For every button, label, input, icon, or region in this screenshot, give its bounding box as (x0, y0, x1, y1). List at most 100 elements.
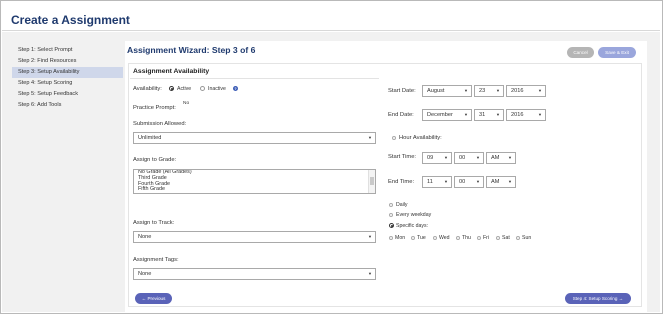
start-hour-value: 09 (427, 155, 434, 161)
chevron-down-icon: ▼ (368, 135, 372, 140)
end-year-select[interactable]: 2016 ▼ (506, 109, 546, 121)
active-radio-label: Active (177, 86, 192, 92)
day-label-mon: Mon (395, 235, 406, 241)
day-label-fri: Fri (483, 235, 490, 241)
start-hour-select[interactable]: 09 ▼ (422, 152, 452, 164)
listbox-scrollbar[interactable] (368, 170, 375, 193)
day-label-thu: Thu (462, 235, 471, 241)
day-checkbox-thu[interactable] (456, 236, 460, 240)
end-day-select[interactable]: 31 ▼ (474, 109, 504, 121)
submission-value: Unlimited (138, 135, 162, 141)
day-checkbox-sat[interactable] (496, 236, 500, 240)
availability-label: Availability: (133, 86, 162, 92)
daily-label: Daily (396, 202, 408, 208)
day-label-sun: Sun (522, 235, 532, 241)
sidebar-item-select-prompt[interactable]: Step 1: Select Prompt (12, 45, 123, 56)
start-ampm-value: AM (491, 155, 500, 161)
start-ampm-select[interactable]: AM ▼ (486, 152, 516, 164)
day-label-wed: Wed (439, 235, 450, 241)
inactive-radio[interactable] (200, 86, 205, 91)
day-checkbox-mon[interactable] (389, 236, 393, 240)
tags-value: None (138, 271, 152, 277)
chevron-down-icon: ▼ (464, 88, 468, 93)
cancel-button[interactable]: Cancel (567, 47, 594, 58)
practice-prompt-value: No (183, 101, 190, 106)
page-title: Create a Assignment (11, 13, 130, 27)
chevron-down-icon: ▼ (476, 155, 480, 160)
sidebar-item-add-tools[interactable]: Step 6: Add Tools (12, 100, 123, 111)
sidebar-item-find-resources[interactable]: Step 2: Find Resources (12, 56, 123, 67)
end-ampm-select[interactable]: AM ▼ (486, 176, 516, 188)
sidebar-item-setup-feedback[interactable]: Step 5: Setup Feedback (12, 89, 123, 100)
end-day-value: 31 (479, 112, 486, 118)
end-month-value: December (427, 112, 453, 118)
track-value: None (138, 234, 152, 240)
start-minute-value: 00 (459, 155, 466, 161)
chevron-down-icon: ▼ (538, 88, 542, 93)
daily-radio[interactable] (389, 203, 393, 207)
hour-availability-checkbox[interactable] (392, 136, 396, 140)
section-divider (130, 78, 379, 79)
end-ampm-value: AM (491, 179, 500, 185)
day-checkbox-fri[interactable] (477, 236, 481, 240)
day-label-sat: Sat (502, 235, 510, 241)
next-step-button[interactable]: Step 4: Setup Scoring → (565, 293, 631, 304)
start-month-value: August (427, 88, 445, 94)
day-label-tue: Tue (417, 235, 426, 241)
chevron-down-icon: ▼ (464, 112, 468, 117)
specific-days-label: Specific days: (396, 223, 429, 229)
wizard-title: Assignment Wizard: Step 3 of 6 (127, 45, 256, 55)
grade-listbox[interactable]: No Grade (All Grades) Third Grade Fourth… (133, 169, 376, 194)
active-radio[interactable] (169, 86, 174, 91)
practice-prompt-label: Practice Prompt: (133, 105, 176, 111)
section-title: Assignment Availability (133, 68, 210, 75)
chevron-down-icon: ▼ (444, 179, 448, 184)
chevron-down-icon: ▼ (508, 155, 512, 160)
day-checkbox-sun[interactable] (516, 236, 520, 240)
start-date-label: Start Date: (388, 88, 416, 94)
start-year-value: 2016 (511, 88, 524, 94)
submission-select[interactable]: Unlimited ▼ (133, 132, 376, 144)
day-checkbox-wed[interactable] (433, 236, 437, 240)
previous-button[interactable]: ← Previous (135, 293, 172, 304)
chevron-down-icon: ▼ (496, 112, 500, 117)
list-item[interactable]: Fifth Grade (134, 187, 375, 193)
start-minute-select[interactable]: 00 ▼ (454, 152, 484, 164)
start-time-label: Start Time: (388, 154, 417, 160)
end-date-label: End Date: (388, 112, 414, 118)
start-month-select[interactable]: August ▼ (422, 85, 472, 97)
submission-label: Submission Allowed: (133, 121, 187, 127)
chevron-down-icon: ▼ (508, 179, 512, 184)
day-checkbox-tue[interactable] (411, 236, 415, 240)
end-hour-value: 11 (427, 179, 433, 185)
chevron-down-icon: ▼ (368, 271, 372, 276)
chevron-down-icon: ▼ (368, 234, 372, 239)
sidebar-item-setup-availability[interactable]: Step 3: Setup Availability (12, 67, 123, 78)
chevron-down-icon: ▼ (538, 112, 542, 117)
start-day-value: 23 (479, 88, 486, 94)
grade-label: Assign to Grade: (133, 157, 177, 163)
end-minute-value: 00 (459, 179, 466, 185)
track-label: Assign to Track: (133, 220, 175, 226)
end-minute-select[interactable]: 00 ▼ (454, 176, 484, 188)
end-time-label: End Time: (388, 179, 415, 185)
save-exit-button[interactable]: Save & Exit (598, 47, 636, 58)
chevron-down-icon: ▼ (496, 88, 500, 93)
chevron-down-icon: ▼ (476, 179, 480, 184)
hour-availability-label: Hour Availability: (399, 135, 442, 141)
every-weekday-radio[interactable] (389, 213, 393, 217)
track-select[interactable]: None ▼ (133, 231, 376, 243)
help-icon[interactable]: ? (233, 86, 238, 91)
end-month-select[interactable]: December ▼ (422, 109, 472, 121)
title-divider (2, 30, 660, 31)
every-weekday-label: Every weekday (396, 212, 432, 218)
end-hour-select[interactable]: 11 ▼ (422, 176, 452, 188)
wizard-steps-sidebar: Step 1: Select Prompt Step 2: Find Resou… (12, 45, 123, 111)
sidebar-item-setup-scoring[interactable]: Step 4: Setup Scoring (12, 78, 123, 89)
scrollbar-thumb[interactable] (370, 177, 374, 185)
start-day-select[interactable]: 23 ▼ (474, 85, 504, 97)
start-year-select[interactable]: 2016 ▼ (506, 85, 546, 97)
specific-days-radio[interactable] (389, 223, 394, 228)
inactive-radio-label: Inactive (208, 86, 226, 92)
tags-select[interactable]: None ▼ (133, 268, 376, 280)
